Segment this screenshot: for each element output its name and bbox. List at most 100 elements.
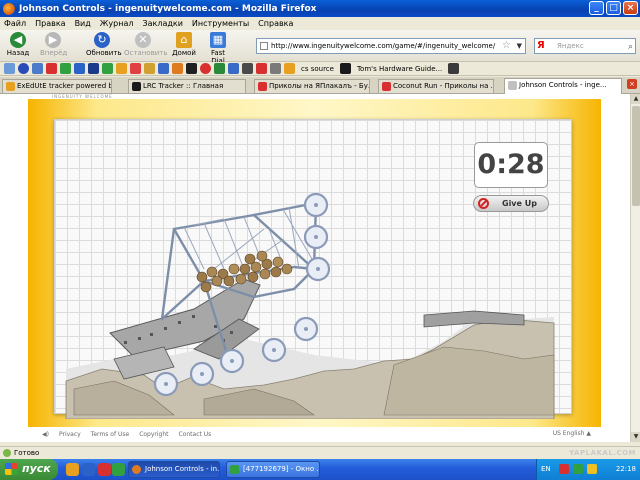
page-footer: ◀) Privacy Terms of Use Copyright Contac… — [28, 427, 601, 441]
menu-help[interactable]: Справка — [258, 19, 293, 28]
bookmark-icon[interactable] — [200, 63, 211, 74]
bookmark-icon[interactable] — [214, 63, 225, 74]
bookmark-toms-hardware[interactable]: Tom's Hardware Guide... — [357, 65, 442, 73]
firefox-icon — [132, 465, 141, 474]
speaker-icon[interactable]: ◀) — [42, 431, 49, 438]
bookmark-icon[interactable] — [172, 63, 183, 74]
back-button[interactable]: ◀ Назад — [6, 32, 30, 57]
tray-icon[interactable] — [573, 464, 583, 474]
quicklaunch-icon[interactable] — [98, 463, 111, 476]
menu-edit[interactable]: Правка — [35, 19, 65, 28]
menu-history[interactable]: Журнал — [100, 19, 134, 28]
footer-privacy-link[interactable]: Privacy — [59, 431, 81, 438]
url-input[interactable]: http://www.ingenuitywelcome.com/game/#/i… — [256, 38, 526, 54]
no-entry-icon — [478, 198, 489, 209]
tab-coconut-run[interactable]: Coconut Run - Приколы на ... — [378, 79, 494, 93]
forward-button[interactable]: ▶ Вперёд — [40, 32, 67, 57]
stop-icon: ✕ — [135, 32, 151, 48]
brand-text: INGENUITY WELCOME — [52, 94, 113, 99]
taskbar-item-firefox[interactable]: Johnson Controls - in... — [128, 461, 220, 478]
home-icon: ⌂ — [176, 32, 192, 48]
bookmark-icon[interactable] — [256, 63, 267, 74]
bookmark-icon[interactable] — [144, 63, 155, 74]
close-button[interactable]: × — [623, 1, 638, 15]
maximize-button[interactable]: □ — [606, 1, 621, 15]
quicklaunch-icon[interactable] — [82, 463, 95, 476]
reload-icon: ↻ — [94, 32, 110, 48]
bookmark-icon[interactable] — [270, 63, 281, 74]
scroll-thumb[interactable] — [632, 106, 640, 206]
yandex-icon[interactable]: Я — [537, 39, 545, 53]
bookmark-icon[interactable] — [186, 63, 197, 74]
status-icon — [3, 449, 11, 457]
give-up-label: Give Up — [502, 199, 537, 208]
fastdial-button[interactable]: ▦ Fast Dial — [204, 32, 232, 65]
window-titlebar[interactable]: Johnson Controls - ingenuitywelcome.com … — [0, 0, 640, 17]
tab-favicon — [382, 82, 391, 91]
page-content: INGENUITY WELCOME 0:28 Give Up ◀) Privac… — [0, 94, 630, 442]
forward-arrow-icon: ▶ — [45, 32, 61, 48]
menu-bar: Файл Правка Вид Журнал Закладки Инструме… — [0, 17, 640, 30]
tab-favicon — [258, 82, 267, 91]
system-clock: 22:18 — [615, 465, 636, 473]
bookmark-icon[interactable] — [88, 63, 99, 74]
cs-source-icon — [284, 63, 295, 74]
bookmark-icon[interactable] — [46, 63, 57, 74]
bookmark-icon[interactable] — [116, 63, 127, 74]
firefox-icon — [3, 2, 15, 15]
tab-favicon — [508, 81, 517, 90]
start-button[interactable]: пуск — [0, 459, 58, 480]
bookmark-icon[interactable] — [158, 63, 169, 74]
menu-file[interactable]: Файл — [4, 19, 26, 28]
quicklaunch-icon[interactable] — [112, 463, 125, 476]
tray-icon[interactable] — [559, 464, 569, 474]
bookmark-cs-source[interactable]: cs source — [301, 65, 334, 73]
search-placeholder: Яндекс — [557, 42, 584, 50]
bookmark-icon[interactable] — [18, 63, 29, 74]
give-up-button[interactable]: Give Up — [473, 195, 549, 212]
tab-bar: ExEdUtE tracker powered by... LRC Tracke… — [0, 77, 640, 94]
url-dropdown-icon[interactable]: ▼ — [517, 39, 522, 53]
window-icon — [230, 465, 239, 474]
bookmark-icon[interactable] — [130, 63, 141, 74]
menu-bookmarks[interactable]: Закладки — [142, 19, 182, 28]
footer-copyright-link[interactable]: Copyright — [139, 431, 168, 438]
scroll-down-icon[interactable]: ▼ — [631, 432, 640, 442]
page-icon — [260, 42, 268, 50]
taskbar-item-window[interactable]: [477192679] - Окно ... — [226, 461, 320, 478]
tray-icon[interactable] — [587, 464, 597, 474]
tab-johnson-controls[interactable]: Johnson Controls - inge... — [504, 78, 622, 94]
footer-terms-link[interactable]: Terms of Use — [91, 431, 129, 438]
bookmark-icon[interactable] — [74, 63, 85, 74]
bookmark-icon[interactable] — [228, 63, 239, 74]
bookmark-icon[interactable] — [102, 63, 113, 74]
menu-tools[interactable]: Инструменты — [192, 19, 249, 28]
bookmark-icon[interactable] — [60, 63, 71, 74]
search-input[interactable]: Я Яндекс ⌕ — [534, 38, 636, 54]
reload-button[interactable]: ↻ Обновить — [86, 32, 122, 57]
footer-contact-link[interactable]: Contact Us — [179, 431, 212, 438]
bookmark-icon[interactable] — [4, 63, 15, 74]
scroll-up-icon[interactable]: ▲ — [631, 94, 640, 104]
bookmark-icon[interactable] — [32, 63, 43, 74]
menu-view[interactable]: Вид — [75, 19, 91, 28]
home-button[interactable]: ⌂ Домой — [172, 32, 196, 57]
language-indicator[interactable]: EN — [541, 465, 551, 473]
status-text: Готово — [14, 449, 40, 457]
tab-favicon — [6, 82, 15, 91]
tab-close-icon[interactable]: × — [627, 79, 637, 89]
tab-extracker[interactable]: ExEdUtE tracker powered by... — [2, 79, 112, 93]
tab-yaplakal-1[interactable]: Приколы на ЯПлакалъ - Бу... — [254, 79, 370, 93]
status-bar: Готово — [0, 446, 640, 459]
bookmark-icon[interactable] — [242, 63, 253, 74]
vertical-scrollbar[interactable]: ▲ ▼ — [630, 94, 640, 442]
language-selector[interactable]: US English ▲ — [553, 430, 591, 437]
stop-button[interactable]: ✕ Остановить — [124, 32, 167, 57]
tab-lrc-tracker[interactable]: LRC Tracker :: Главная — [128, 79, 246, 93]
search-icon[interactable]: ⌕ — [628, 40, 633, 54]
bookmark-icon[interactable] — [448, 63, 460, 74]
quicklaunch-icon[interactable] — [66, 463, 79, 476]
bookmark-star-icon[interactable]: ☆ — [502, 39, 511, 53]
bookmarks-toolbar: cs source Tom's Hardware Guide... — [0, 62, 640, 76]
minimize-button[interactable]: _ — [589, 1, 604, 15]
